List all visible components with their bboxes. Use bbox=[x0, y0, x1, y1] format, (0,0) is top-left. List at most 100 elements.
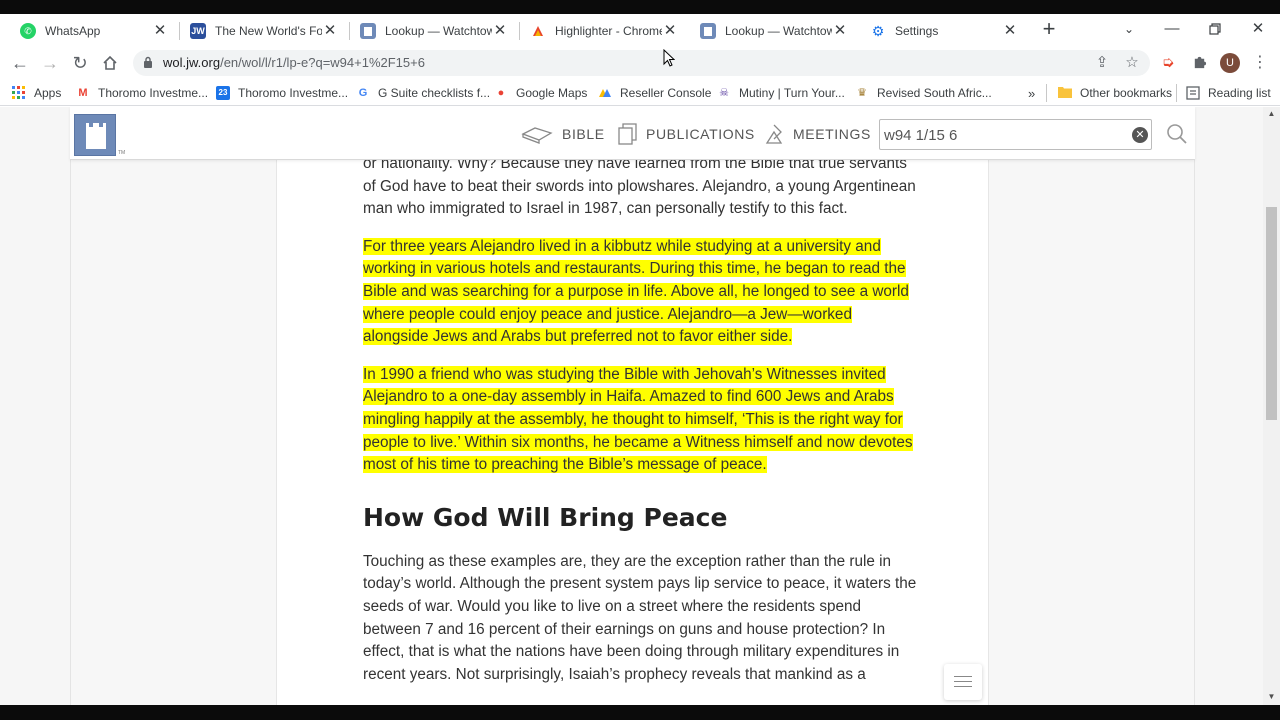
close-icon[interactable]: ✕ bbox=[322, 23, 338, 39]
toc-menu-button[interactable] bbox=[944, 664, 982, 700]
bookmark-label: Reseller Console bbox=[620, 86, 712, 100]
bookmark-star-icon[interactable]: ☆ bbox=[1123, 54, 1141, 72]
scroll-up-arrow-icon[interactable]: ▲ bbox=[1266, 109, 1277, 119]
bookmark-label: Other bookmarks bbox=[1080, 86, 1173, 100]
scrollbar-thumb[interactable] bbox=[1266, 207, 1277, 420]
nav-label: PUBLICATIONS bbox=[646, 126, 755, 142]
mouse-cursor-icon bbox=[663, 49, 675, 67]
google-icon: G bbox=[358, 87, 368, 99]
bookmark-thoromo-calendar[interactable]: 23 Thoromo Investme... bbox=[216, 84, 348, 102]
close-icon[interactable]: ✕ bbox=[662, 23, 678, 39]
clear-search-icon[interactable]: ✕ bbox=[1132, 127, 1148, 143]
bookmarks-overflow-button[interactable]: » bbox=[1028, 84, 1035, 102]
bookmark-gsuite[interactable]: G G Suite checklists f... bbox=[356, 84, 490, 102]
coat-of-arms-icon: ♛ bbox=[857, 87, 867, 99]
tab-settings[interactable]: ⚙ Settings ✕ bbox=[858, 16, 1028, 46]
bookmark-google-maps[interactable]: ● Google Maps bbox=[494, 84, 588, 102]
minimize-button[interactable]: — bbox=[1159, 16, 1185, 42]
publications-icon bbox=[616, 123, 638, 145]
whatsapp-icon: ✆ bbox=[20, 23, 36, 39]
bookmark-label: Revised South Afric... bbox=[877, 86, 992, 100]
back-arrow-icon[interactable]: ← bbox=[8, 51, 32, 75]
wol-search-box[interactable]: ✕ bbox=[879, 119, 1152, 150]
tab-title: Highlighter - Chrome bbox=[555, 24, 662, 38]
search-icon[interactable] bbox=[1165, 122, 1189, 146]
close-window-button[interactable]: ✕ bbox=[1245, 16, 1271, 42]
tab-title: Lookup — Watchtower bbox=[385, 24, 492, 38]
article-paragraph: Touching as these examples are, they are… bbox=[363, 552, 917, 683]
highlighter-extension-icon[interactable]: ➭ bbox=[1159, 54, 1177, 72]
bookmark-other-bookmarks[interactable]: Other bookmarks bbox=[1058, 84, 1172, 102]
nav-meetings[interactable]: MEETINGS bbox=[763, 121, 871, 147]
mutiny-icon: ☠ bbox=[719, 87, 729, 99]
logo-trademark: TM bbox=[118, 150, 126, 156]
article-content: or nationality. Why? Because they have l… bbox=[363, 153, 918, 701]
profile-avatar[interactable]: U bbox=[1220, 53, 1240, 73]
browser-toolbar: ← → ↻ wol.jw.org/en/wol/l/r1/lp-e?q=w94+… bbox=[0, 46, 1280, 80]
tab-highlighter[interactable]: Highlighter - Chrome ✕ bbox=[518, 16, 688, 46]
search-input[interactable] bbox=[884, 124, 1124, 146]
close-icon[interactable]: ✕ bbox=[1002, 23, 1018, 39]
bookmark-label: Thoromo Investme... bbox=[238, 86, 349, 100]
tab-lookup-watchtower[interactable]: Lookup — Watchtower ✕ bbox=[348, 16, 518, 46]
page-scrollbar[interactable]: ▲ ▼ bbox=[1263, 107, 1280, 705]
bookmark-revised-south-africa[interactable]: ♛ Revised South Afric... bbox=[855, 84, 992, 102]
tab-lookup-watchtower-active[interactable]: Lookup — Watchtower ✕ bbox=[688, 16, 858, 46]
more-menu-icon[interactable]: ⋮ bbox=[1251, 54, 1269, 72]
article-paragraph: or nationality. Why? Because they have l… bbox=[363, 155, 916, 218]
tab-bar: ✆ WhatsApp ✕ JW The New World's Foundati… bbox=[0, 14, 1280, 46]
scroll-down-arrow-icon[interactable]: ▼ bbox=[1266, 692, 1277, 702]
tab-whatsapp[interactable]: ✆ WhatsApp ✕ bbox=[8, 16, 178, 46]
url-text: wol.jw.org/en/wol/l/r1/lp-e?q=w94+1%2F15… bbox=[163, 55, 425, 70]
nav-label: MEETINGS bbox=[793, 126, 871, 142]
watchtower-logo[interactable] bbox=[74, 114, 116, 156]
lock-icon bbox=[144, 56, 152, 68]
bookmark-reseller-console[interactable]: Reseller Console bbox=[598, 84, 711, 102]
bookmark-apps[interactable]: Apps bbox=[12, 84, 61, 102]
reseller-icon bbox=[598, 86, 612, 100]
close-icon[interactable]: ✕ bbox=[152, 23, 168, 39]
bookmark-thoromo-gmail[interactable]: M Thoromo Investme... bbox=[76, 84, 208, 102]
reading-list-button[interactable]: Reading list bbox=[1186, 84, 1271, 102]
watchtower-icon bbox=[360, 23, 376, 39]
address-bar[interactable]: wol.jw.org/en/wol/l/r1/lp-e?q=w94+1%2F15… bbox=[133, 50, 1150, 76]
tab-new-world-foundation[interactable]: JW The New World's Foundation ✕ bbox=[178, 16, 348, 46]
window-bottom-edge bbox=[0, 705, 1280, 720]
extensions-puzzle-icon[interactable] bbox=[1190, 54, 1208, 72]
nav-label: BIBLE bbox=[562, 126, 605, 142]
gear-icon: ⚙ bbox=[871, 22, 885, 39]
highlighter-icon bbox=[530, 23, 546, 39]
gmail-icon: M bbox=[78, 87, 88, 99]
highlighted-text: For three years Alejandro lived in a kib… bbox=[363, 237, 909, 346]
tower-icon bbox=[86, 123, 106, 149]
forward-arrow-icon[interactable]: → bbox=[38, 51, 62, 75]
new-tab-button[interactable]: + bbox=[1038, 18, 1060, 40]
wol-header: TM BIBLE PUBLICATIONS MEETINGS ✕ bbox=[70, 107, 1195, 160]
reading-list-icon bbox=[1186, 86, 1200, 100]
nav-bible[interactable]: BIBLE bbox=[520, 121, 605, 147]
share-icon[interactable]: ⇪ bbox=[1093, 54, 1111, 72]
tab-search-chevron-icon[interactable]: ⌄ bbox=[1116, 16, 1142, 42]
close-icon[interactable]: ✕ bbox=[492, 23, 508, 39]
bookmark-separator bbox=[1046, 84, 1047, 102]
tab-title: Lookup — Watchtower bbox=[725, 24, 832, 38]
restore-button[interactable] bbox=[1202, 16, 1228, 42]
bookmarks-bar: Apps M Thoromo Investme... 23 Thoromo In… bbox=[0, 80, 1280, 106]
watchtower-icon bbox=[700, 23, 716, 39]
home-icon[interactable] bbox=[98, 51, 122, 75]
highlighted-text: In 1990 a friend who was studying the Bi… bbox=[363, 365, 913, 474]
section-heading: How God Will Bring Peace bbox=[363, 502, 728, 532]
calendar-icon: 23 bbox=[216, 86, 230, 100]
reload-icon[interactable]: ↻ bbox=[68, 51, 92, 75]
bookmark-mutiny[interactable]: ☠ Mutiny | Turn Your... bbox=[717, 84, 845, 102]
maps-pin-icon: ● bbox=[497, 87, 505, 99]
close-icon[interactable]: ✕ bbox=[832, 23, 848, 39]
tab-title: WhatsApp bbox=[45, 24, 101, 38]
highlighted-paragraph: For three years Alejandro lived in a kib… bbox=[363, 236, 918, 349]
tab-title: Settings bbox=[895, 24, 939, 38]
bookmark-label: Thoromo Investme... bbox=[98, 86, 209, 100]
nav-publications[interactable]: PUBLICATIONS bbox=[616, 121, 755, 147]
bookmark-label: Mutiny | Turn Your... bbox=[739, 86, 845, 100]
window-top-edge bbox=[0, 0, 1280, 14]
jw-icon: JW bbox=[190, 23, 206, 39]
